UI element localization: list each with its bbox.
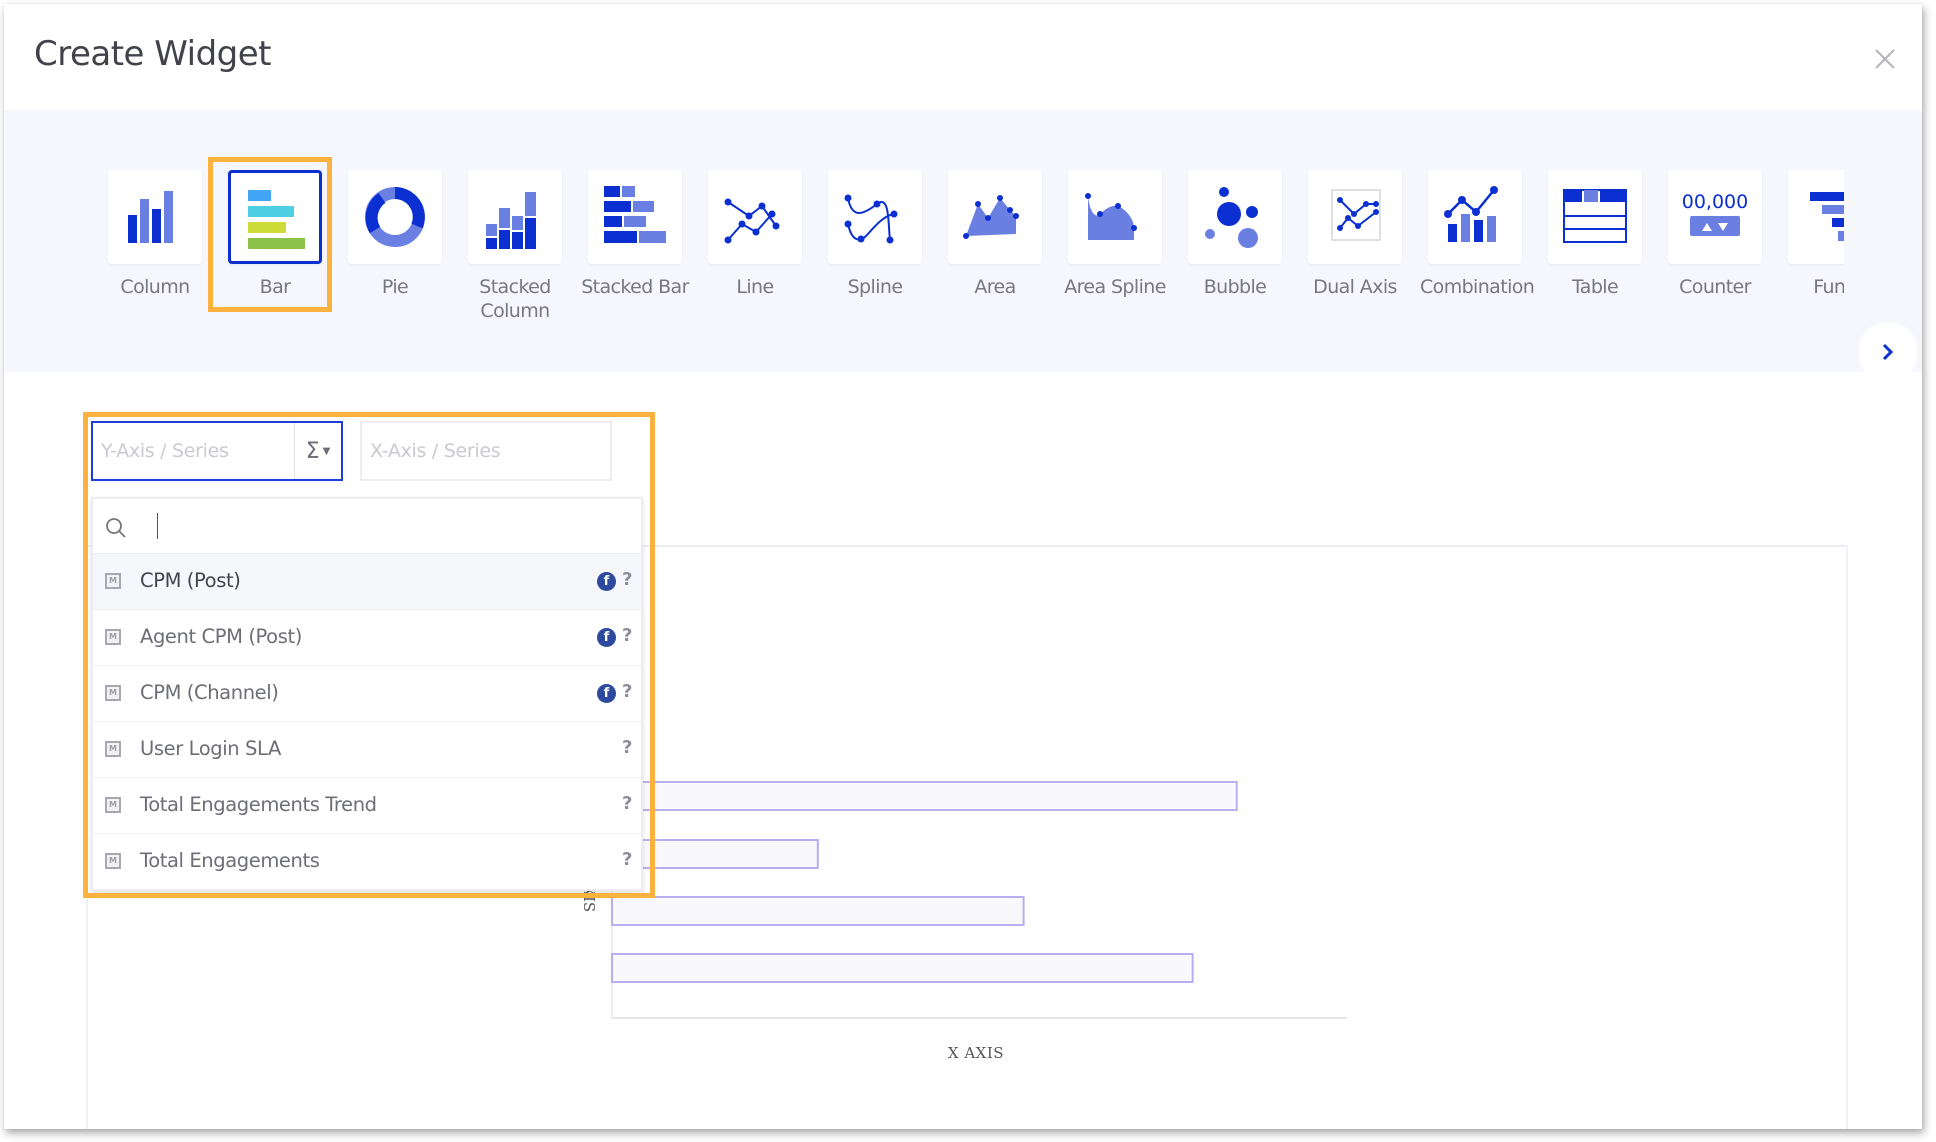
x-axis-placeholder: X-Axis / Series xyxy=(370,440,501,462)
dropdown-item[interactable]: M Total Engagements? xyxy=(93,834,641,889)
y-axis-placeholder: Y-Axis / Series xyxy=(101,440,229,462)
facebook-icon: f xyxy=(597,572,616,591)
dropdown-item-label: CPM (Channel) xyxy=(140,681,279,704)
dropdown-search-input[interactable] xyxy=(143,509,627,545)
help-icon[interactable]: ? xyxy=(622,849,632,870)
x-axis-label: X AXIS xyxy=(948,1044,1004,1062)
dropdown-item[interactable]: M User Login SLA? xyxy=(93,722,641,778)
bar-3 xyxy=(611,896,1025,926)
dropdown-item-label: CPM (Post) xyxy=(140,569,241,592)
dropdown-item-label: Agent CPM (Post) xyxy=(140,625,302,648)
dropdown-item-label: Total Engagements xyxy=(140,849,320,872)
sigma-icon: Σ xyxy=(305,438,320,464)
metric-icon: M xyxy=(105,685,121,701)
bar-series xyxy=(611,781,1238,983)
dropdown-item[interactable]: M Agent CPM (Post) f? xyxy=(93,610,641,666)
metric-icon: M xyxy=(105,573,121,589)
dropdown-list: M CPM (Post) f? M Agent CPM (Post) f? M CPM (Ch… xyxy=(93,554,641,889)
metric-icon: M xyxy=(105,797,121,813)
dropdown-item[interactable]: M CPM (Channel) f? xyxy=(93,666,641,722)
dropdown-item-label: User Login SLA xyxy=(140,737,281,760)
help-icon[interactable]: ? xyxy=(622,625,632,646)
metric-icon: M xyxy=(105,853,121,869)
dropdown-item-label: Total Engagements Trend xyxy=(140,793,377,816)
y-axis-series-input[interactable]: Y-Axis / Series Σ ▼ xyxy=(91,421,343,481)
dropdown-search xyxy=(93,499,641,554)
aggregation-dropdown[interactable]: Σ ▼ xyxy=(294,423,341,479)
bar-4 xyxy=(611,953,1194,983)
help-icon[interactable]: ? xyxy=(622,793,632,814)
text-cursor xyxy=(157,513,158,539)
help-icon[interactable]: ? xyxy=(622,737,632,758)
bar-1 xyxy=(611,781,1238,811)
facebook-icon: f xyxy=(597,628,616,647)
metric-icon: M xyxy=(105,741,121,757)
help-icon[interactable]: ? xyxy=(622,569,632,590)
caret-down-icon: ▼ xyxy=(322,445,331,457)
metric-icon: M xyxy=(105,629,121,645)
x-axis-series-input[interactable]: X-Axis / Series xyxy=(360,421,612,481)
dropdown-item[interactable]: M CPM (Post) f? xyxy=(93,554,641,610)
search-icon xyxy=(106,518,126,538)
help-icon[interactable]: ? xyxy=(622,681,632,702)
create-widget-modal: Create Widget Column Bar Pie Stacked Col… xyxy=(4,4,1922,1129)
facebook-icon: f xyxy=(597,684,616,703)
dropdown-item[interactable]: M Total Engagements Trend? xyxy=(93,778,641,834)
series-dropdown: M CPM (Post) f? M Agent CPM (Post) f? M CPM (Ch… xyxy=(91,497,643,891)
